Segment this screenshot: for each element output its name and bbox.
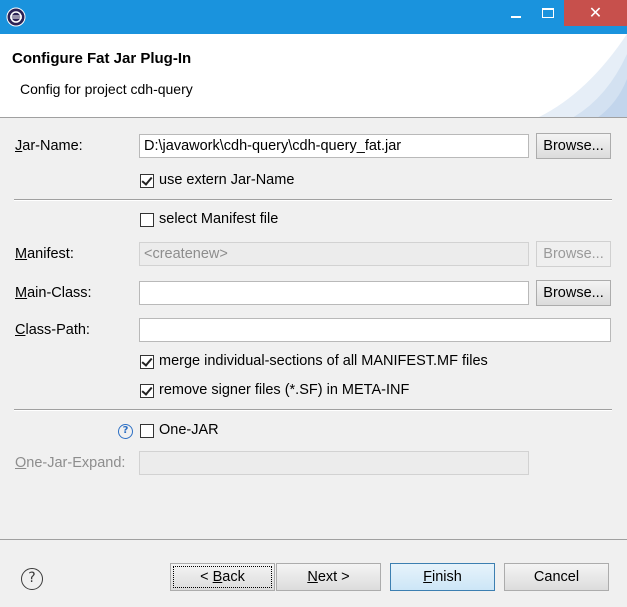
one-jar-checkbox[interactable] [140,424,154,438]
one-jar-expand-label: One-Jar-Expand: [15,455,126,471]
minimize-icon [511,16,521,18]
help-icon[interactable]: ? [21,568,43,590]
class-path-label: Class-Path: [15,322,90,338]
one-jar-expand-input[interactable] [139,451,529,475]
help-icon[interactable]: ? [118,424,133,439]
manifest-browse-button[interactable]: Browse... [536,241,611,267]
back-button[interactable]: < Back [170,563,275,591]
use-extern-checkbox[interactable] [140,174,154,188]
separator [14,409,612,411]
minimize-button[interactable] [500,0,532,26]
jar-name-input[interactable]: D:\javawork\cdh-query\cdh-query_fat.jar [139,134,529,158]
cancel-button[interactable]: Cancel [504,563,609,591]
wizard-header: Configure Fat Jar Plug-In Config for pro… [0,34,627,118]
remove-signer-label: remove signer files (*.SF) in META-INF [159,382,410,398]
page-subtitle: Config for project cdh-query [20,81,193,97]
wizard-footer: ? < Back Next > Finish Cancel [0,539,627,607]
manifest-input[interactable]: <createnew> [139,242,529,266]
page-title: Configure Fat Jar Plug-In [12,50,192,67]
merge-sections-checkbox[interactable] [140,355,154,369]
eclipse-icon[interactable] [6,7,26,27]
next-button[interactable]: Next > [276,563,381,591]
use-extern-label: use extern Jar-Name [159,172,295,188]
remove-signer-checkbox[interactable] [140,384,154,398]
main-class-label: Main-Class: [15,285,92,301]
jar-name-label: Jar-Name: [15,138,83,154]
select-manifest-label: select Manifest file [159,211,279,227]
separator [14,199,612,201]
finish-button[interactable]: Finish [390,563,495,591]
close-icon: ✕ [588,3,603,22]
one-jar-label: One-JAR [159,422,219,438]
merge-sections-label: merge individual-sections of all MANIFES… [159,353,488,369]
select-manifest-checkbox[interactable] [140,213,154,227]
main-class-input[interactable] [139,281,529,305]
title-bar: ✕ [0,0,627,34]
manifest-label: Manifest: [15,246,74,262]
maximize-icon [542,8,554,18]
main-class-browse-button[interactable]: Browse... [536,280,611,306]
class-path-input[interactable] [139,318,611,342]
jar-name-browse-button[interactable]: Browse... [536,133,611,159]
form-area: Jar-Name: D:\javawork\cdh-query\cdh-quer… [0,119,627,539]
header-decoration [538,34,627,117]
close-button[interactable]: ✕ [564,0,627,26]
maximize-button[interactable] [532,0,564,26]
